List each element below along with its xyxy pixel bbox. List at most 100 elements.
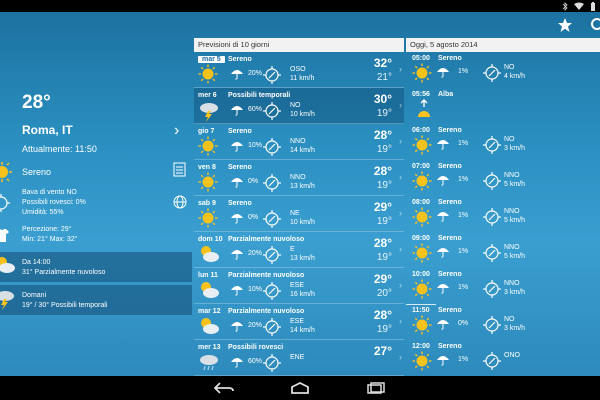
- hour-condition: Sereno: [438, 127, 462, 134]
- umbrella-icon: [230, 355, 244, 373]
- back-button[interactable]: [212, 378, 236, 398]
- storm-icon: [0, 288, 16, 312]
- hour-row[interactable]: 09:00 Sereno 1% NNO 5 km/h: [406, 232, 600, 263]
- wind-direction-icon: [482, 171, 502, 196]
- day-row[interactable]: gio 7 Sereno 10% NNO 14 km/h 28° 19° ›: [194, 124, 404, 160]
- chevron-right-icon[interactable]: ›: [174, 122, 179, 140]
- day-max-temp: 28°: [373, 128, 392, 142]
- chevron-right-icon: ›: [399, 316, 402, 326]
- chevron-right-icon: ›: [399, 100, 402, 110]
- day-row[interactable]: mar 5 Sereno 20% OSO 11 km/h 32° 21° ›: [194, 52, 404, 88]
- day-precipitation: 20%: [248, 322, 263, 329]
- wind-direction-icon: [262, 353, 282, 376]
- battery-icon: [590, 1, 596, 11]
- daily-forecast-list: mar 5 Sereno 20% OSO 11 km/h 32° 21° › mer 6 Poss…: [194, 52, 404, 376]
- rain-line: Possibili rovesci: 0%: [22, 199, 86, 206]
- day-condition: Parzialmente nuvoloso: [228, 272, 305, 279]
- wind-direction: NNO: [504, 244, 520, 251]
- tomorrow-label: Domani: [22, 292, 47, 299]
- umbrella-icon: [436, 209, 450, 227]
- sun-icon: [198, 172, 218, 197]
- hour-row[interactable]: 05:56 Alba: [406, 88, 600, 118]
- hour-wind: NO 3 km/h: [504, 315, 525, 333]
- city-name[interactable]: Roma, IT: [22, 123, 73, 137]
- back-icon: [214, 382, 234, 394]
- rain-icon: [198, 352, 220, 376]
- sun-icon: [412, 351, 432, 376]
- sun-icon: [412, 171, 432, 196]
- day-wind: ENE: [290, 353, 304, 362]
- sun-icon: [412, 243, 432, 268]
- wind-speed: 14 km/h: [290, 327, 315, 334]
- day-precipitation: 60%: [248, 106, 263, 113]
- wind-direction: NNO: [290, 138, 306, 145]
- current-conditions-panel: 28° Roma, IT › Attualmente: 11:50 Sereno…: [0, 38, 192, 376]
- hour-precipitation: 1%: [458, 356, 469, 363]
- globe-icon[interactable]: [173, 195, 187, 214]
- day-max-temp: 28°: [373, 236, 392, 250]
- hourly-forecast-list: 05:00 Sereno 1% NO 4 km/h 05:56 Alba 06:00 Seren…: [406, 52, 600, 376]
- day-row[interactable]: lun 11 Parzialmente nuvoloso 10% ESE 16 km/h…: [194, 268, 404, 304]
- day-row[interactable]: ven 8 Sereno 0% NNO 13 km/h 28° 19° ›: [194, 160, 404, 196]
- hour-time: 08:00: [412, 199, 430, 206]
- wind-speed: 4 km/h: [504, 73, 526, 80]
- hour-condition: Alba: [438, 91, 454, 98]
- umbrella-icon: [436, 317, 450, 335]
- hour-row[interactable]: 11:50 Sereno 0% NO 3 km/h: [406, 304, 600, 335]
- later-forecast-band[interactable]: Da 14:00 31° Parzialmente nuvoloso: [0, 252, 192, 282]
- day-condition: Possibili temporali: [228, 92, 291, 99]
- day-row[interactable]: mer 6 Possibili temporali 60% NO 10 km/h 30° 1…: [194, 88, 404, 124]
- hour-row[interactable]: 07:00 Sereno 1% NNO 5 km/h: [406, 160, 600, 191]
- tomorrow-band[interactable]: Domani 19° / 30° Possibili temporali: [0, 285, 192, 315]
- wind-direction: NNO: [290, 174, 306, 181]
- hour-time: 10:00: [412, 271, 430, 278]
- hour-condition: Sereno: [438, 163, 462, 170]
- wind-speed: 3 km/h: [504, 325, 526, 332]
- compass-icon: [0, 194, 10, 214]
- wind-direction: ONO: [504, 352, 520, 359]
- day-condition: Sereno: [228, 164, 252, 171]
- day-min-temp: 19°: [376, 324, 392, 335]
- sunrise-icon: [416, 99, 432, 124]
- day-condition: Sereno: [228, 56, 252, 63]
- hour-row[interactable]: 12:00 Sereno 1% ONO: [406, 340, 600, 371]
- umbrella-icon: [230, 247, 244, 265]
- hour-row[interactable]: 10:00 Sereno 1% NNO 3 km/h: [406, 268, 600, 299]
- chevron-right-icon: ›: [399, 208, 402, 218]
- day-row[interactable]: mar 12 Parzialmente nuvoloso 20% ESE 14 km/h…: [194, 304, 404, 340]
- day-row[interactable]: dom 10 Parzialmente nuvoloso 20% E 13 km/h 28…: [194, 232, 404, 268]
- day-row[interactable]: sab 9 Sereno 0% NE 10 km/h 29° 19° ›: [194, 196, 404, 232]
- sun-icon: [412, 63, 432, 88]
- hour-wind: NNO 5 km/h: [504, 171, 525, 189]
- hour-row[interactable]: 08:00 Sereno 1% NNO 5 km/h: [406, 196, 600, 227]
- hour-condition: Sereno: [438, 199, 462, 206]
- day-min-temp: 20°: [376, 288, 392, 299]
- search-button[interactable]: [588, 14, 600, 36]
- wind-direction: NE: [290, 210, 300, 217]
- favorite-star-button[interactable]: [554, 14, 576, 36]
- umbrella-icon: [230, 175, 244, 193]
- day-min-temp: 19°: [376, 216, 392, 227]
- hour-time: 11:50: [412, 307, 430, 314]
- umbrella-icon: [230, 319, 244, 337]
- wind-direction-icon: [482, 207, 502, 232]
- hour-wind: NNO 5 km/h: [504, 243, 525, 261]
- umbrella-icon: [230, 67, 244, 85]
- day-max-temp: 29°: [373, 200, 392, 214]
- home-button[interactable]: [288, 378, 312, 398]
- hour-precipitation: 1%: [458, 176, 469, 183]
- hour-row[interactable]: 06:00 Sereno 1% NO 3 km/h: [406, 124, 600, 155]
- day-row[interactable]: mer 13 Possibili rovesci 60% ENE 27° ›: [194, 340, 404, 376]
- current-hour-marker: [406, 304, 436, 305]
- document-icon[interactable]: [173, 162, 186, 182]
- humidity-line: Umidità: 55%: [22, 209, 64, 216]
- day-precipitation: 20%: [248, 250, 263, 257]
- day-wind: ESE 14 km/h: [290, 317, 315, 335]
- later-time: Da 14:00: [22, 259, 51, 266]
- hour-precipitation: 1%: [458, 68, 469, 75]
- day-wind: E 13 km/h: [290, 245, 315, 263]
- hour-condition: Sereno: [438, 307, 462, 314]
- recent-apps-button[interactable]: [364, 378, 388, 398]
- partly-cloudy-icon: [198, 316, 220, 341]
- hour-row[interactable]: 05:00 Sereno 1% NO 4 km/h: [406, 52, 600, 83]
